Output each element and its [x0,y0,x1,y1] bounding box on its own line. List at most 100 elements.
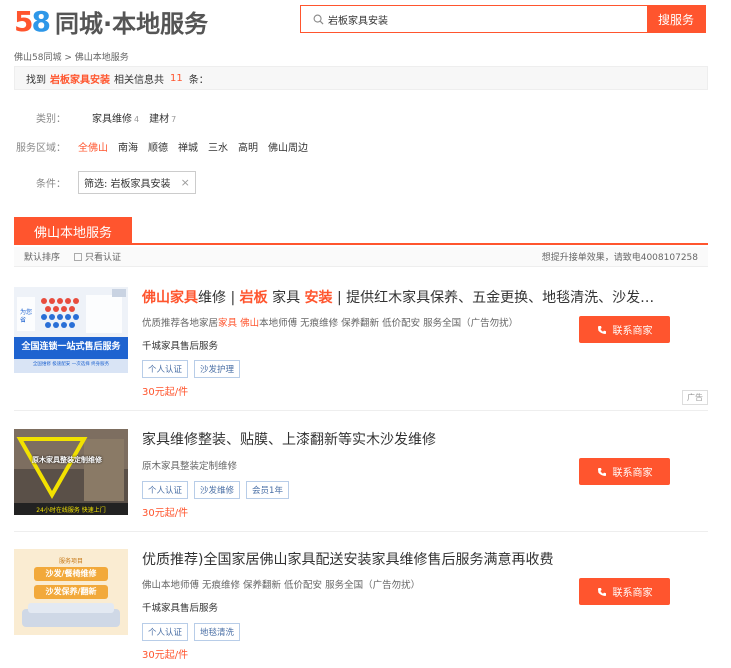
area-label: 服务区域： [16,143,66,154]
category-option-label: 建材 [149,114,170,125]
listing-tags: 个人认证 地毯清洗 [142,623,246,641]
listing-title[interactable]: 家具维修整装、贴膜、上漆翻新等实木沙发维修 [142,429,436,449]
area-option[interactable]: 禅城 [178,139,198,154]
thumbnail-side-text: 为您省 [20,309,33,324]
listing-tags: 个人认证 沙发护理 [142,360,246,378]
found-count: 11 [170,72,183,84]
tab-bar: 佛山本地服务 [14,217,708,245]
listing-tags: 个人认证 沙发维修 会员1年 [142,481,295,499]
phone-icon [597,467,606,476]
logo-digit-5: 5 [14,4,34,38]
area-option[interactable]: 佛山周边 [268,139,308,154]
breadcrumb[interactable]: 佛山58同城 > 佛山本地服务 [14,50,129,63]
contact-button-label: 联系商家 [612,588,653,599]
listing-thumbnail-art [14,429,128,515]
contact-button[interactable]: 联系商家 [579,316,670,343]
category-option[interactable]: 家具维修 4 [92,110,139,125]
condition-filter: 条件： 筛选: 岩板家具安装 × [14,171,196,194]
promo-text: 想提升接单效果，请致电4008107258 [541,253,698,263]
close-icon[interactable]: × [181,176,190,189]
verified-only-label[interactable]: 只看认证 [85,250,121,263]
listing-thumbnail[interactable]: 全国连锁一站式售后服务 全国维修 极速配安 一次选择 终身服务 为您省 [14,287,128,373]
thumbnail-caption: 服务项目 [58,558,83,565]
verified-checkbox[interactable] [74,252,83,261]
title-text: 家具 [267,290,305,306]
desc-highlight: 家具 [218,318,238,329]
tab-local-services[interactable]: 佛山本地服务 [14,217,132,245]
category-filter: 类别： 家具维修 4 建材 7 [14,110,186,125]
tag-badge: 个人认证 [142,623,189,641]
listing-item[interactable]: 原木家具整装定制维修 24小时在线服务 快速上门 家具维修整装、贴膜、上漆翻新等… [14,429,708,519]
listing-title[interactable]: 佛山家具维修 | 岩板 家具 安装 | 提供红木家具保养、五金更换、地毯清洗、沙… [142,287,654,307]
divider [14,531,708,532]
category-option-label: 家具维修 [92,114,132,125]
condition-chip[interactable]: 筛选: 岩板家具安装 × [78,171,196,194]
logo-digit-8: 8 [31,4,51,38]
desc-text: 本地师傅 无痕维修 保养翻新 低价配安 服务全国（广告勿扰） [259,318,519,329]
shop-name[interactable]: 千城家具售后服务 [142,338,218,352]
search-input[interactable]: 岩板家具安装 [301,6,647,32]
found-prefix: 找到 [26,74,46,86]
sort-bar: 默认排序 只看认证 想提升接单效果，请致电4008107258 [14,247,708,267]
found-keyword: 岩板家具安装 [50,74,110,86]
desc-highlight: 佛山 [240,318,260,329]
listing-item[interactable]: 服务项目 沙发/餐椅维修 沙发保养/翻新 优质推荐)全国家居佛山家具配送安装家具… [14,549,708,661]
title-highlight: 佛山家具 [142,290,198,306]
found-suffix: 条： [188,74,209,86]
area-option[interactable]: 三水 [208,139,228,154]
listing-price: 30元起/件 [142,387,189,398]
title-highlight: 安装 [304,290,333,306]
logo-text: 同城·本地服务 [54,9,209,38]
contact-button[interactable]: 联系商家 [579,578,670,605]
title-highlight: 岩板 [239,290,268,306]
result-summary: 找到 岩板家具安装 相关信息共 11 条： [14,66,708,90]
phone-icon [597,325,606,334]
thumbnail-headline: 原木家具整装定制维修 [32,456,102,464]
listing-item[interactable]: 全国连锁一站式售后服务 全国维修 极速配安 一次选择 终身服务 为您省 佛山家具… [14,287,708,405]
listing-thumbnail[interactable]: 服务项目 沙发/餐椅维修 沙发保养/翻新 [14,549,128,635]
condition-chip-label: 筛选: 岩板家具安装 [84,179,171,190]
category-option[interactable]: 建材 7 [149,110,176,125]
tag-badge: 沙发维修 [194,481,241,499]
desc-text: 优质推荐各地家居 [142,318,219,329]
search-bar: 岩板家具安装 搜服务 [300,5,706,33]
sort-default[interactable]: 默认排序 [24,250,60,263]
tag-badge: 个人认证 [142,360,189,378]
listing-title[interactable]: 优质推荐)全国家居佛山家具配送安装家具维修售后服务满意再收费 [142,549,553,569]
listing-description: 佛山本地师傅 无痕维修 保养翻新 低价配安 服务全国（广告勿扰） [142,580,421,591]
listing-description: 原木家具整装定制维修 [142,461,238,472]
title-text: | 提供红木家具保养、五金更换、地毯清洗、沙发… [332,290,655,306]
contact-button-label: 联系商家 [612,326,653,337]
area-option[interactable]: 顺德 [148,139,168,154]
thumbnail-headline: 全国连锁一站式售后服务 [21,342,121,352]
tag-badge: 个人认证 [142,481,189,499]
listing-price: 30元起/件 [142,650,189,661]
listing-description: 优质推荐各地家居家具 佛山本地师傅 无痕维修 保养翻新 低价配安 服务全国（广告… [142,315,518,329]
tag-badge: 地毯清洗 [194,623,241,641]
title-text: 维修 | [198,290,240,306]
listing-price: 30元起/件 [142,508,189,519]
search-input-value: 岩板家具安装 [328,15,388,27]
area-option-all[interactable]: 全佛山 [78,139,108,154]
thumbnail-headline: 沙发/餐椅维修 [45,569,97,578]
divider [14,410,708,411]
area-option[interactable]: 高明 [238,139,258,154]
listing-thumbnail[interactable]: 原木家具整装定制维修 24小时在线服务 快速上门 [14,429,128,515]
thumbnail-subline: 沙发保养/翻新 [45,587,97,596]
area-filter: 服务区域： 全佛山 南海 顺德 禅城 三水 高明 佛山周边 [14,139,318,154]
category-option-count: 7 [171,115,177,124]
contact-button[interactable]: 联系商家 [579,458,670,485]
category-label: 类别： [36,114,66,125]
tag-badge: 沙发护理 [194,360,241,378]
found-middle: 相关信息共 [114,74,164,86]
contact-button-label: 联系商家 [612,468,653,479]
site-logo[interactable]: 5 8 同城·本地服务 [14,5,208,38]
condition-label: 条件： [36,179,66,190]
tag-badge: 会员1年 [246,481,289,499]
ad-badge: 广告 [682,390,708,405]
area-option[interactable]: 南海 [118,139,138,154]
shop-name[interactable]: 千城家具售后服务 [142,600,218,614]
phone-icon [597,587,606,596]
thumbnail-subline: 全国维修 极速配安 一次选择 终身服务 [32,362,110,367]
search-button[interactable]: 搜服务 [647,6,705,32]
